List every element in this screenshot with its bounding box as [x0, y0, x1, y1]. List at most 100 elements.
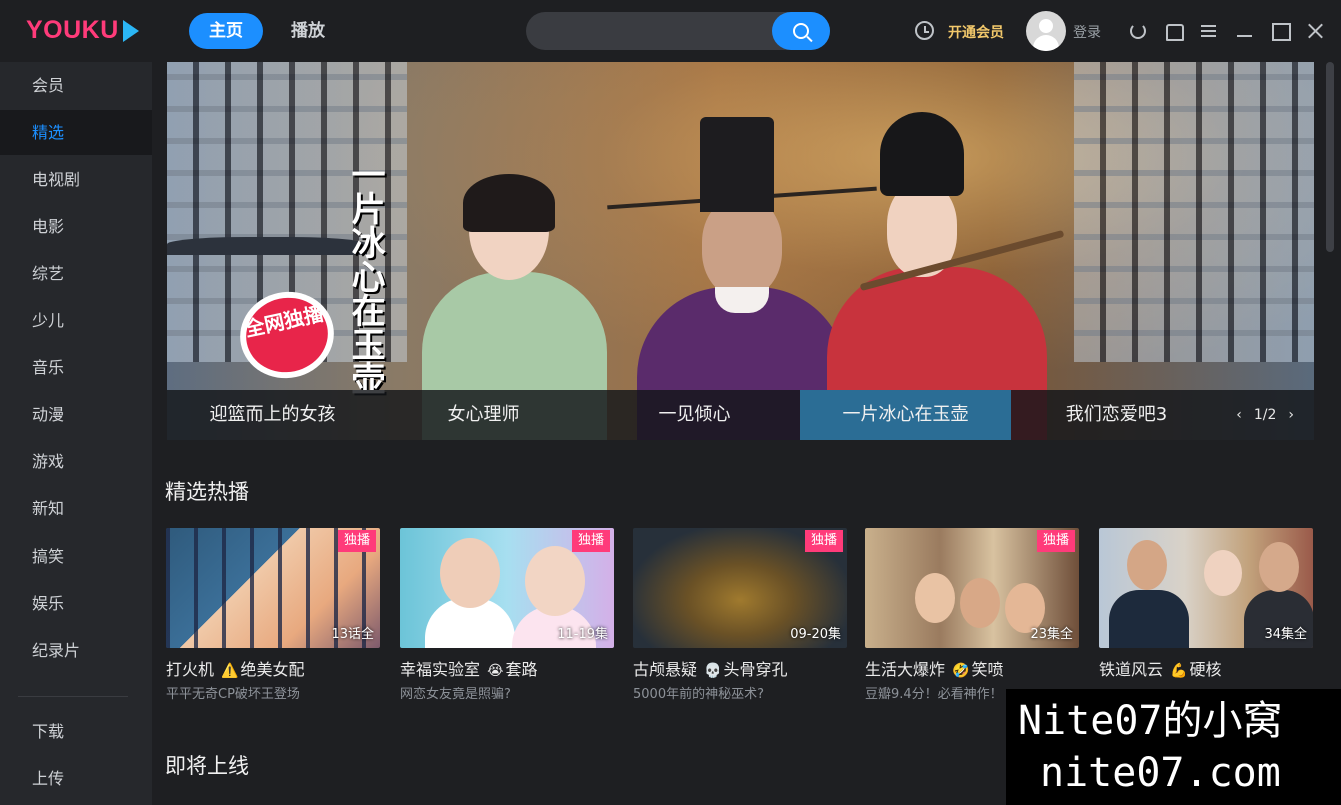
video-thumbnail[interactable]: 34集全 [1099, 528, 1313, 648]
avatar-head [1039, 19, 1053, 33]
skull-icon: 💀 [704, 663, 722, 679]
video-card-3[interactable]: 独播 09-20集 古颅悬疑 💀 头骨穿孔 5000年前的神秘巫术? [633, 528, 847, 702]
sidebar-item-download[interactable]: 下载 [0, 709, 152, 754]
video-subtitle: 平平无奇CP破坏王登场 [166, 687, 300, 702]
sidebar-item-anime[interactable]: 动漫 [0, 392, 152, 437]
banner-tab-5[interactable]: 我们恋爱吧3 [1011, 390, 1222, 440]
youku-window: YOUKU 主页 播放 开通会员 登录 会员 精选 电视剧 电影 综艺 少儿 音… [0, 0, 1341, 805]
nav-play[interactable]: 播放 [278, 13, 338, 49]
refresh-icon[interactable] [1127, 20, 1149, 42]
banner-figure-guard-hat [880, 112, 964, 196]
banner-tab-1[interactable]: 迎篮而上的女孩 [167, 390, 378, 440]
history-icon[interactable] [915, 21, 934, 40]
episode-count: 11-19集 [557, 627, 608, 642]
exclusive-tag: 独播 [571, 530, 610, 552]
minimize-icon[interactable] [1234, 20, 1256, 42]
thumbnail-art [525, 546, 585, 616]
nav-home[interactable]: 主页 [189, 13, 263, 49]
sidebar-item-documentary[interactable]: 纪录片 [0, 628, 152, 673]
thumbnail-art [440, 538, 500, 608]
thumbnail-art [915, 573, 955, 623]
thumbnail-art [1259, 542, 1299, 592]
banner-figure-girl-hair [463, 174, 555, 232]
search-button[interactable] [772, 12, 830, 50]
page-indicator: 1/2 [1253, 407, 1277, 423]
watermark-line-2: nite07.com [1040, 750, 1281, 796]
sidebar-item-featured[interactable]: 精选 [0, 110, 152, 155]
play-triangle-icon [122, 19, 139, 42]
exclusive-tag: 独播 [1036, 530, 1075, 552]
watermark: Nite07的小窝 nite07.com [1006, 689, 1341, 805]
video-card-1[interactable]: 独播 13话全 打火机 ⚠️ 绝美女配 平平无奇CP破坏王登场 [166, 528, 380, 702]
sidebar-item-vip[interactable]: 会员 [0, 63, 152, 108]
vip-button[interactable]: 开通会员 [948, 22, 1004, 42]
episode-count: 23集全 [1030, 627, 1073, 642]
sidebar-item-upload[interactable]: 上传 [0, 756, 152, 801]
thumbnail-art [1109, 590, 1189, 648]
section-title-upcoming: 即将上线 [165, 754, 249, 778]
episode-count: 09-20集 [790, 627, 841, 642]
episode-count: 13话全 [331, 627, 374, 642]
video-thumbnail[interactable]: 独播 11-19集 [400, 528, 614, 648]
banner-tab-2[interactable]: 女心理师 [378, 390, 589, 440]
avatar[interactable] [1026, 11, 1066, 51]
search-icon [793, 23, 809, 39]
warning-icon: ⚠️ [221, 663, 239, 679]
episode-count: 34集全 [1264, 627, 1307, 642]
thumbnail-art [1204, 550, 1242, 596]
crying-face-icon: 😭 [487, 663, 504, 679]
video-title[interactable]: 幸福实验室 😭 套路 [400, 656, 614, 680]
sidebar-item-tv[interactable]: 电视剧 [0, 157, 152, 202]
exclusive-tag: 独播 [337, 530, 376, 552]
sidebar-item-movie[interactable]: 电影 [0, 204, 152, 249]
sidebar-item-games[interactable]: 游戏 [0, 439, 152, 484]
search-input[interactable] [526, 12, 830, 50]
video-title[interactable]: 铁道风云 💪 硬核 [1099, 656, 1313, 680]
maximize-icon[interactable] [1269, 20, 1291, 42]
thumbnail-art [960, 578, 1000, 628]
title-bar: YOUKU 主页 播放 开通会员 登录 [0, 0, 1341, 62]
sidebar-item-entertainment[interactable]: 娱乐 [0, 581, 152, 626]
thumbnail-art [1127, 540, 1167, 590]
banner-title-art: 一片冰心在玉壶 [345, 157, 385, 395]
login-link[interactable]: 登录 [1073, 22, 1101, 42]
sidebar-item-kids[interactable]: 少儿 [0, 298, 152, 343]
banner-tab-4[interactable]: 一片冰心在玉壶 [800, 390, 1011, 440]
video-thumbnail[interactable]: 独播 09-20集 [633, 528, 847, 648]
video-title[interactable]: 生活大爆炸 🤣 笑喷 [865, 656, 1079, 680]
chevron-left-icon[interactable]: ‹ [1236, 390, 1242, 440]
scrollbar[interactable] [1326, 62, 1334, 252]
watermark-line-1: Nite07的小窝 [1018, 698, 1283, 744]
chevron-right-icon[interactable]: › [1288, 390, 1294, 440]
video-title[interactable]: 打火机 ⚠️ 绝美女配 [166, 656, 380, 680]
section-title-hot: 精选热播 [165, 480, 249, 504]
sidebar-item-variety[interactable]: 综艺 [0, 251, 152, 296]
menu-icon[interactable] [1198, 20, 1220, 42]
sidebar-item-music[interactable]: 音乐 [0, 345, 152, 390]
logo-text: YOUKU [26, 16, 119, 44]
sidebar-item-comedy[interactable]: 搞笑 [0, 534, 152, 579]
banner-tab-3[interactable]: 一见倾心 [589, 390, 800, 440]
video-card-4[interactable]: 独播 23集全 生活大爆炸 🤣 笑喷 豆瓣9.4分！必看神作！ [865, 528, 1079, 702]
banner-figure-official-hat [700, 117, 774, 212]
banner-window-lattice-right [1074, 62, 1314, 362]
skin-icon[interactable] [1163, 20, 1185, 42]
laughing-face-icon: 🤣 [952, 663, 970, 679]
video-thumbnail[interactable]: 独播 13话全 [166, 528, 380, 648]
video-card-2[interactable]: 独播 11-19集 幸福实验室 😭 套路 网恋女友竟是照骗? [400, 528, 614, 702]
sidebar: 会员 精选 电视剧 电影 综艺 少儿 音乐 动漫 游戏 新知 搞笑 娱乐 纪录片… [0, 62, 152, 805]
flexed-biceps-icon: 💪 [1170, 663, 1188, 679]
banner-figure-official-face [702, 197, 782, 297]
exclusive-tag: 独播 [804, 530, 843, 552]
close-icon[interactable] [1304, 20, 1326, 42]
youku-logo[interactable]: YOUKU [26, 16, 139, 45]
video-thumbnail[interactable]: 独播 23集全 [865, 528, 1079, 648]
video-title[interactable]: 古颅悬疑 💀 头骨穿孔 [633, 656, 847, 680]
hero-banner[interactable]: 一片冰心在玉壶 全网独播 迎篮而上的女孩 女心理师 一见倾心 一片冰心在玉壶 我… [167, 62, 1314, 440]
sidebar-item-knowledge[interactable]: 新知 [0, 486, 152, 531]
video-subtitle: 网恋女友竟是照骗? [400, 687, 511, 702]
banner-pager: ‹ 1/2 › [1236, 390, 1294, 440]
video-subtitle: 5000年前的神秘巫术? [633, 687, 764, 702]
sidebar-divider [18, 696, 128, 697]
video-card-5[interactable]: 34集全 铁道风云 💪 硬核 [1099, 528, 1313, 683]
